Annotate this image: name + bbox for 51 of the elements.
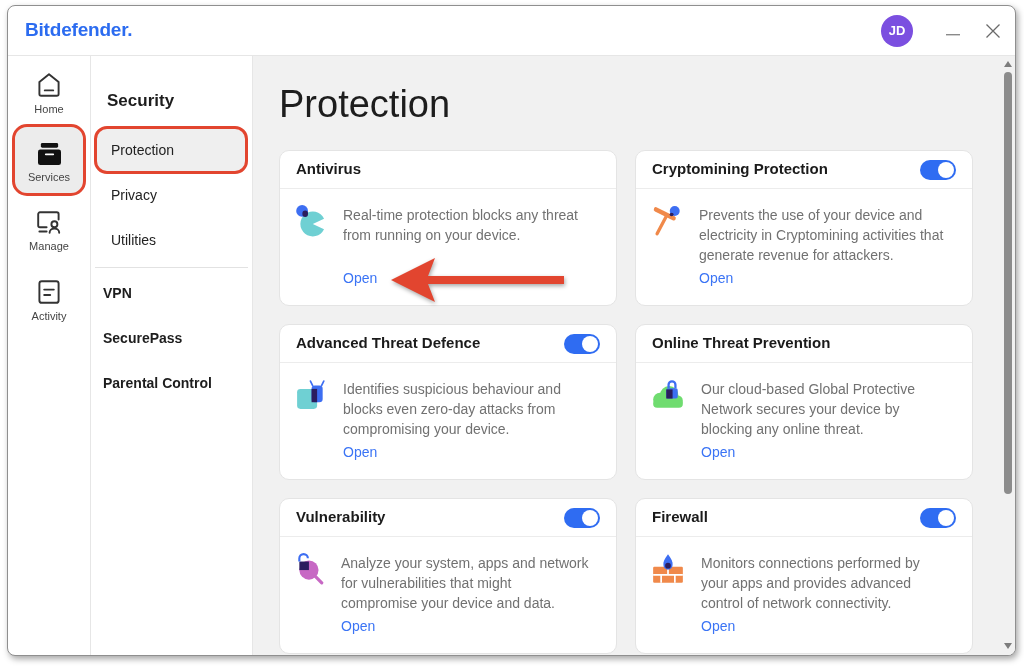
menu-section[interactable]: Parental Control <box>91 361 252 406</box>
minimize-icon <box>946 33 960 36</box>
card-description: Identifies suspicious behaviour and blocks even zero-day attacks from compromising your device. <box>343 380 562 439</box>
cloud-lock-icon <box>652 379 684 409</box>
card-title: Advanced Threat Defence <box>296 333 481 354</box>
menu-item[interactable]: Privacy <box>97 174 245 216</box>
toggle-switch[interactable] <box>564 507 600 528</box>
card-title: Cryptomining Protection <box>652 159 828 180</box>
document-icon <box>38 279 60 304</box>
scrollbar-thumb[interactable] <box>1004 72 1012 494</box>
card-description: Prevents the use of your device and electricity in Cryptomining activities that generate revenue for attackers. <box>699 206 945 265</box>
nav-rail-item[interactable]: Services <box>15 127 83 193</box>
close-icon <box>986 23 1000 38</box>
house-icon <box>38 72 60 97</box>
card-title: Online Threat Prevention <box>652 333 831 354</box>
card-title: Firewall <box>652 507 708 528</box>
open-link[interactable]: Open <box>701 442 736 462</box>
card-description: Real-time protection blocks any threat from running on your device. <box>343 206 579 245</box>
card-title: Vulnerability <box>296 507 386 528</box>
brick-wall-flame-icon <box>652 553 684 584</box>
toggle-switch[interactable] <box>564 333 600 354</box>
menu-item[interactable]: Protection <box>97 129 245 171</box>
card-description: Monitors connections performed by your apps and provides advanced control of network connectivity. <box>701 554 921 613</box>
user-avatar[interactable]: JD <box>881 14 913 47</box>
archive-icon <box>37 142 61 165</box>
card-title: Antivirus <box>296 159 361 180</box>
monitor-person-icon <box>37 211 61 234</box>
magnifier-lock-icon <box>296 553 324 585</box>
open-link[interactable]: Open <box>699 268 734 288</box>
menu-heading: Security <box>106 90 176 112</box>
page-title: Protection <box>279 82 452 126</box>
menu-section[interactable]: SecurePass <box>91 316 252 361</box>
open-link[interactable]: Open <box>341 616 376 636</box>
pickaxe-icon <box>652 205 682 237</box>
card-description: Analyze your system, apps and network for vulnerabilities that might compromise your device and data. <box>341 554 590 613</box>
antenna-square-icon <box>296 379 326 411</box>
nav-rail-item[interactable]: Home <box>15 58 83 124</box>
app-logo: Bitdefender. <box>25 18 133 43</box>
menu-item[interactable]: Utilities <box>97 219 245 261</box>
scroll-down-icon[interactable] <box>1004 643 1012 649</box>
toggle-switch[interactable] <box>920 507 956 528</box>
open-link[interactable]: Open <box>701 616 736 636</box>
nav-rail-item[interactable]: Activity <box>15 265 83 331</box>
card-description: Our cloud-based Global Protective Network secures your device by blocking any online threat. <box>701 380 916 439</box>
open-link[interactable]: Open <box>343 268 378 288</box>
menu-section[interactable]: VPN <box>91 271 252 316</box>
nav-rail-item[interactable]: Manage <box>15 196 83 262</box>
open-link[interactable]: Open <box>343 442 378 462</box>
toggle-switch[interactable] <box>920 159 956 180</box>
pacman-icon <box>296 205 326 237</box>
scroll-up-icon[interactable] <box>1004 61 1012 67</box>
